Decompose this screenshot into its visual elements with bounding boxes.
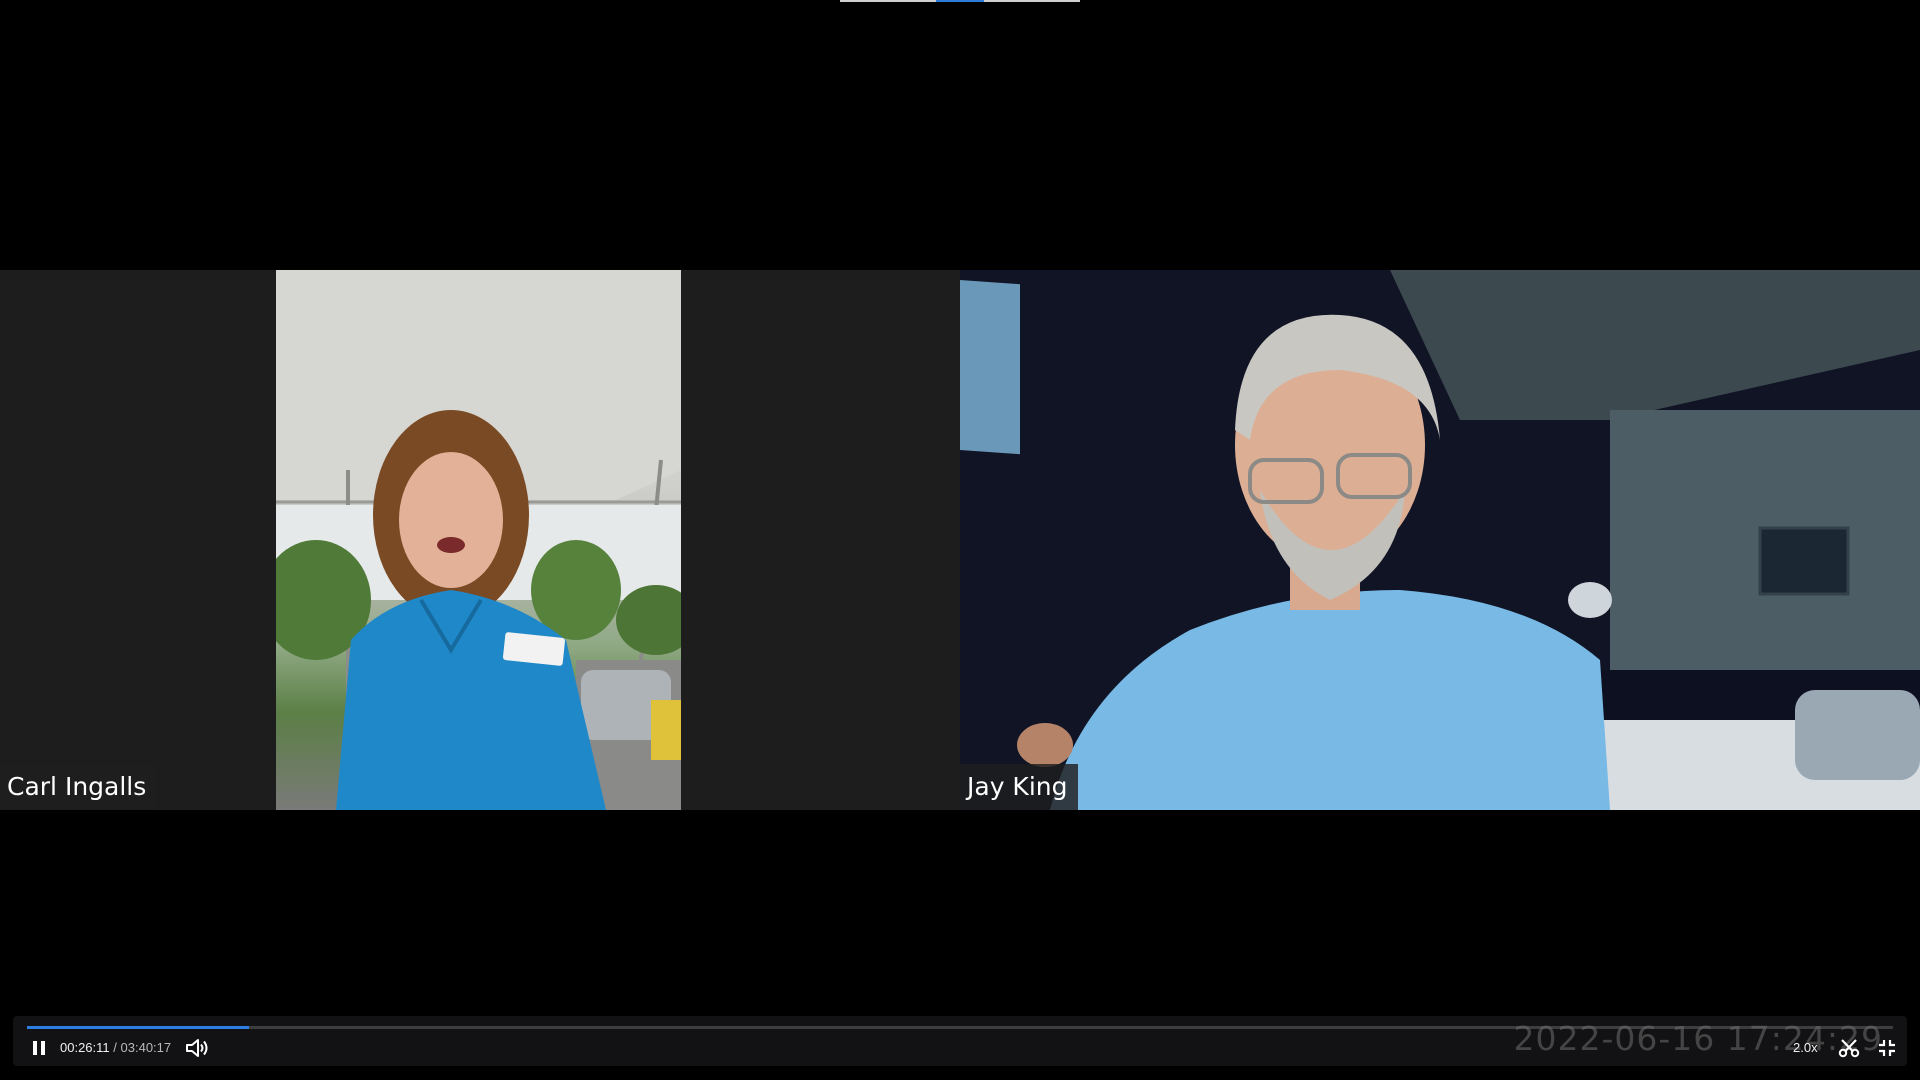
exit-fullscreen-icon — [1879, 1040, 1895, 1056]
participant-video-feed — [960, 270, 1920, 810]
exit-fullscreen-button[interactable] — [1875, 1036, 1899, 1060]
recording-timestamp-watermark: 2022-06-16 17:24:29 — [1513, 1019, 1883, 1058]
seek-bar-progress — [27, 1026, 249, 1029]
participant-tile-right: Jay King — [960, 270, 1920, 810]
playback-time: 00:26:11 / 03:40:17 — [60, 1040, 171, 1055]
volume-button[interactable] — [184, 1036, 210, 1060]
video-frame-man — [960, 270, 1920, 810]
scissors-icon — [1838, 1039, 1860, 1058]
participant-name-label: Carl Ingalls — [0, 764, 157, 810]
clip-button[interactable] — [1837, 1036, 1861, 1060]
player-control-bar: 2022-06-16 17:24:29 00:26:11 / 03:40:17 … — [13, 1016, 1907, 1066]
video-frame-woman — [276, 270, 681, 810]
pause-button[interactable] — [27, 1036, 51, 1060]
current-time: 00:26:11 — [60, 1040, 110, 1055]
pause-icon — [33, 1041, 45, 1055]
participant-video-feed — [276, 270, 681, 810]
participant-name-label: Jay King — [960, 764, 1078, 810]
top-progress-indicator — [840, 0, 1080, 2]
playback-speed-button[interactable]: 2.0x — [1793, 1040, 1818, 1055]
video-player[interactable]: Carl Ingalls Jay King 2022-06-16 17:24:2… — [0, 0, 1920, 1080]
volume-icon — [186, 1039, 208, 1057]
time-separator: / — [113, 1040, 117, 1055]
total-duration: 03:40:17 — [120, 1040, 172, 1055]
participant-tile-left: Carl Ingalls — [0, 270, 960, 810]
